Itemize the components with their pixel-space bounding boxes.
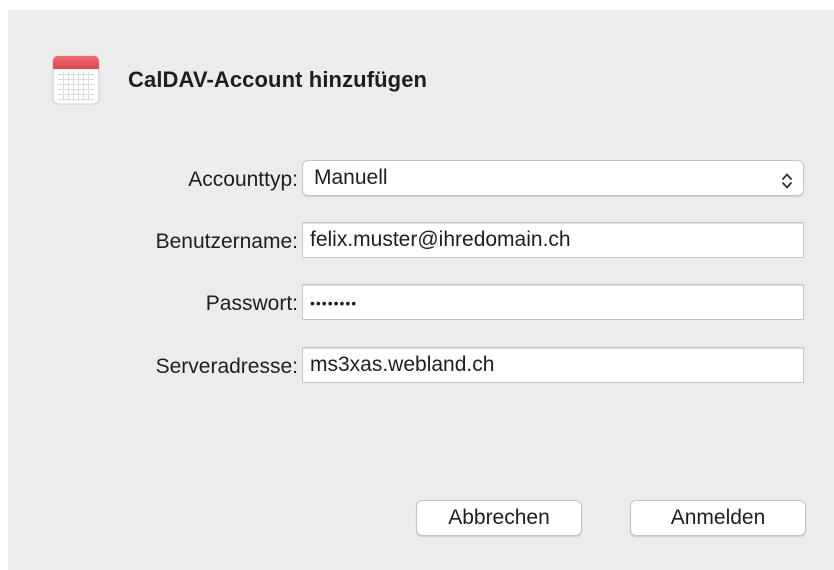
row-server: Serveradresse: ms3xas.webland.ch xyxy=(8,347,834,387)
row-username: Benutzername: felix.muster@ihredomain.ch xyxy=(8,222,834,262)
up-down-chevron-icon xyxy=(781,168,793,189)
calendar-icon xyxy=(52,55,100,105)
dialog-title: CalDAV-Account hinzufügen xyxy=(128,67,428,92)
cancel-button[interactable]: Abbrechen xyxy=(416,500,582,536)
username-field[interactable]: felix.muster@ihredomain.ch xyxy=(302,222,804,258)
account-type-select[interactable]: Manuell xyxy=(302,160,804,196)
account-type-label: Accounttyp: xyxy=(188,168,298,191)
dialog-buttons: Abbrechen Anmelden xyxy=(8,500,834,540)
row-password: Passwort: •••••••• xyxy=(8,284,834,324)
login-button[interactable]: Anmelden xyxy=(630,500,806,536)
row-account-type: Accounttyp: Manuell xyxy=(8,160,834,200)
caldav-account-dialog: CalDAV-Account hinzufügen Accounttyp: Ma… xyxy=(8,10,834,570)
dialog-header: CalDAV-Account hinzufügen xyxy=(52,54,427,106)
username-label: Benutzername: xyxy=(155,230,298,253)
server-field[interactable]: ms3xas.webland.ch xyxy=(302,347,804,383)
password-value: •••••••• xyxy=(310,295,358,311)
password-field[interactable]: •••••••• xyxy=(302,284,804,320)
password-label: Passwort: xyxy=(205,292,298,315)
server-label: Serveradresse: xyxy=(155,355,298,378)
account-type-value: Manuell xyxy=(314,166,388,189)
